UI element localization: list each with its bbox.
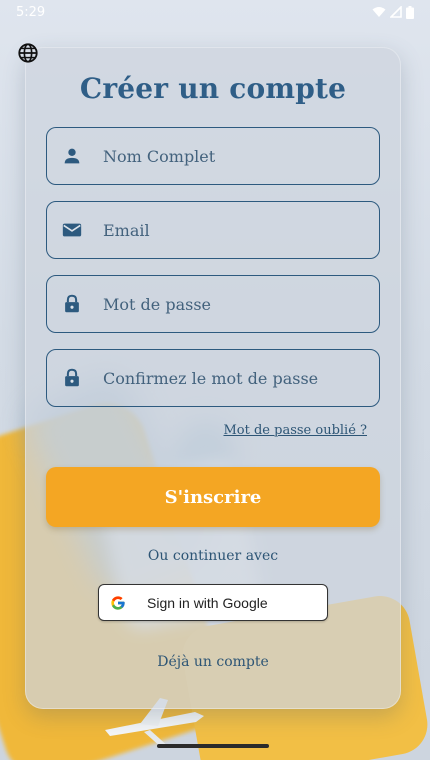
google-signin-label: Sign in with Google <box>147 594 268 611</box>
wifi-icon <box>372 7 386 17</box>
mail-icon <box>62 223 82 237</box>
lock-icon <box>65 294 79 313</box>
page-title: Créer un compte <box>79 72 347 105</box>
email-field[interactable] <box>46 201 380 259</box>
person-icon <box>64 148 80 164</box>
status-bar: 5:29 <box>0 0 430 24</box>
login-link[interactable]: Déjà un compte <box>25 654 401 670</box>
lock-icon <box>65 368 79 387</box>
google-logo-icon <box>111 595 125 610</box>
confirm-password-input[interactable] <box>103 368 373 388</box>
gesture-home-bar[interactable] <box>157 744 269 748</box>
signal-icon <box>390 6 402 18</box>
confirm-password-field[interactable] <box>46 349 380 407</box>
email-input[interactable] <box>103 220 373 240</box>
fullname-input[interactable] <box>103 146 373 166</box>
forgot-password-link[interactable]: Mot de passe oublié ? <box>223 423 367 438</box>
language-globe-icon[interactable] <box>17 42 39 64</box>
fullname-field[interactable] <box>46 127 380 185</box>
status-time: 5:29 <box>16 4 46 20</box>
battery-icon <box>406 5 414 19</box>
password-input[interactable] <box>103 294 373 314</box>
or-continue-text: Ou continuer avec <box>147 548 279 564</box>
google-signin-button[interactable]: Sign in with Google <box>98 584 328 621</box>
password-field[interactable] <box>46 275 380 333</box>
signup-button[interactable]: S'inscrire <box>46 467 380 527</box>
